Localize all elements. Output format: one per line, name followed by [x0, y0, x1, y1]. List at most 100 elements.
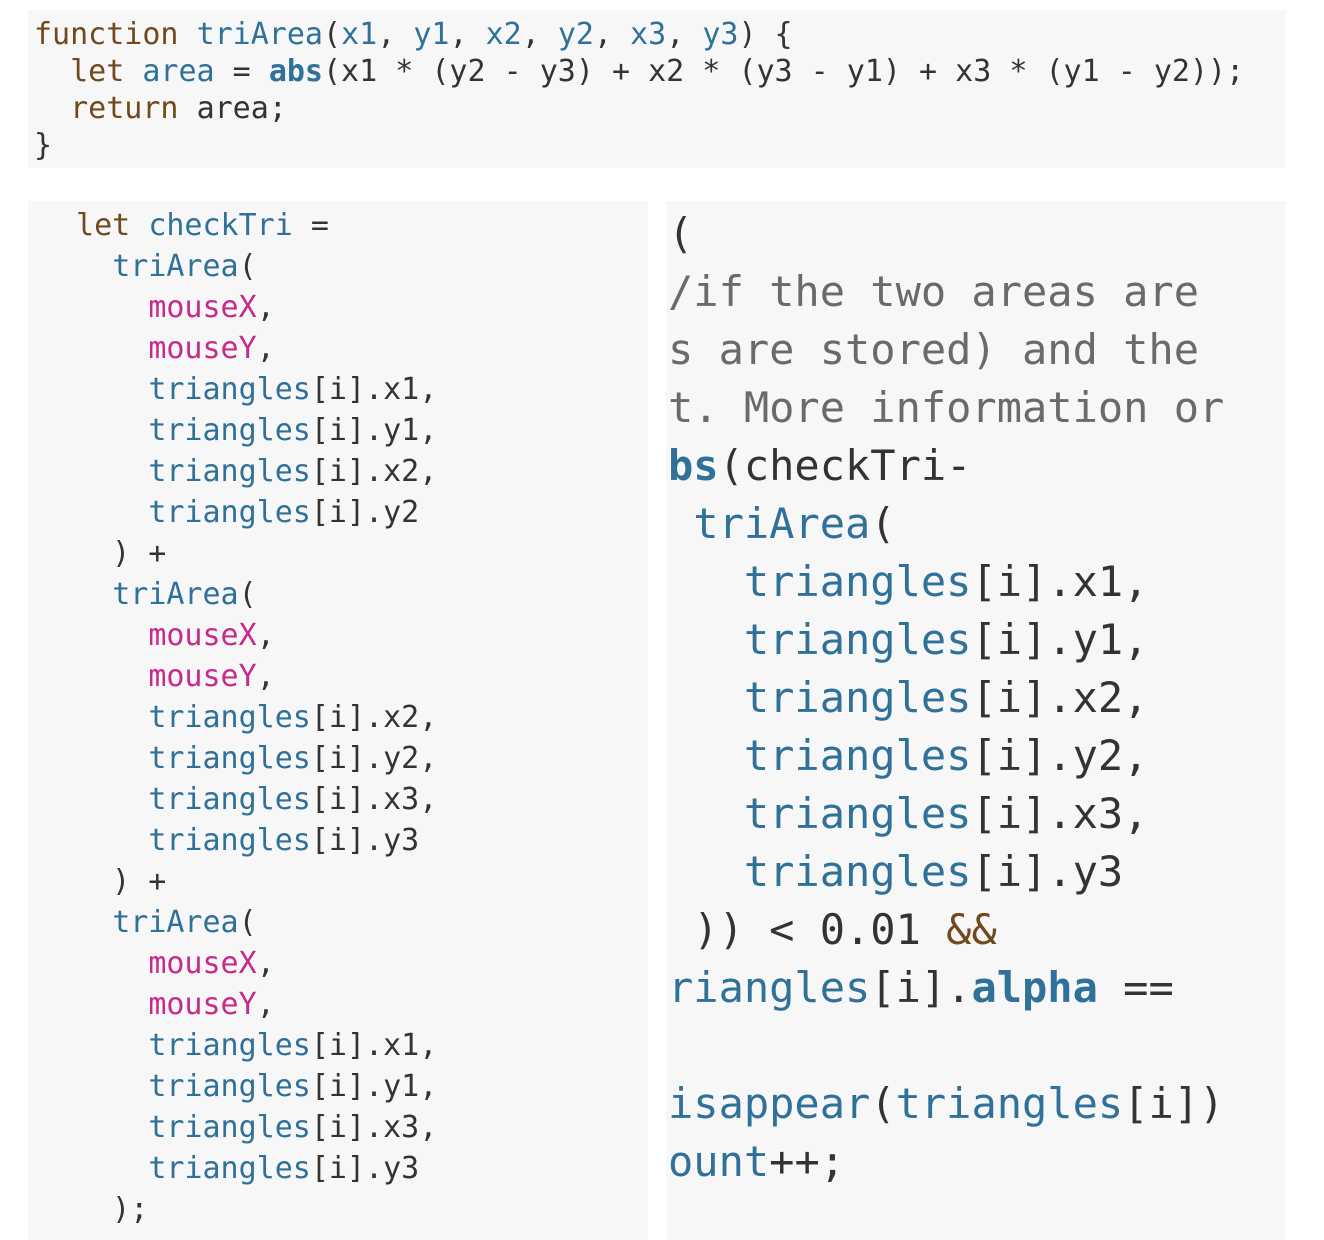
- code-token: (: [870, 499, 896, 548]
- code-token: triangles: [743, 673, 972, 722]
- code-line: triArea(: [58, 902, 257, 943]
- code-token: checkTri: [148, 208, 293, 243]
- code-token: x3: [630, 17, 667, 52]
- code-line: function triArea(x1, y1, x2, y2, x3, y3)…: [34, 16, 793, 53]
- code-token: t. More information or: [668, 383, 1225, 432]
- code-token: [i].y3: [971, 847, 1124, 896]
- code-token: [i].y2: [310, 495, 420, 530]
- code-line: triangles[i].y2,: [668, 727, 1149, 785]
- code-token: (: [238, 905, 257, 940]
- code-token: y3: [702, 17, 739, 52]
- code-token: triangles: [743, 847, 972, 896]
- code-token: ,: [256, 618, 275, 653]
- code-token: [i].: [870, 963, 972, 1012]
- code-token: [i]): [1123, 1079, 1225, 1128]
- code-token: [i].y1,: [310, 413, 438, 448]
- code-token: (: [238, 249, 257, 284]
- code-line: triangles[i].y1,: [58, 410, 437, 451]
- code-token: )) < 0.01: [668, 905, 947, 954]
- code-token: area;: [196, 91, 287, 126]
- code-token: alpha: [971, 963, 1098, 1012]
- code-line: (: [668, 205, 693, 263]
- code-token: (: [870, 1079, 896, 1128]
- code-token: y1: [413, 17, 450, 52]
- code-panel-top: function triArea(x1, y1, x2, y2, x3, y3)…: [28, 10, 1286, 168]
- code-token: ,: [449, 17, 486, 52]
- code-token: /if the two areas are: [668, 267, 1200, 316]
- code-line: triangles[i].y1,: [668, 611, 1149, 669]
- code-token: return: [70, 91, 197, 126]
- code-token: triArea: [112, 905, 239, 940]
- code-panel-left: let checkTri = triArea( mouseX, mouseY, …: [28, 201, 648, 1240]
- code-line: triangles[i].y2,: [58, 738, 437, 779]
- code-token: triangles: [148, 823, 311, 858]
- code-token: triangles: [148, 454, 311, 489]
- code-token: triArea: [112, 249, 239, 284]
- code-line: ) +: [58, 861, 166, 902]
- code-token: triArea: [196, 17, 323, 52]
- code-token: triangles: [148, 700, 311, 735]
- code-token: ++;: [769, 1137, 846, 1186]
- code-token: [i].x2,: [310, 454, 438, 489]
- code-token: mouseY: [148, 659, 257, 694]
- code-token: [i].x1,: [310, 372, 438, 407]
- code-line: let checkTri =: [58, 205, 329, 246]
- code-line: isappear(triangles[i]): [668, 1075, 1224, 1133]
- code-token: isappear: [668, 1079, 871, 1128]
- code-token: triangles: [148, 495, 311, 530]
- code-panel-right: ( /if the two areas are s are stored) and …: [666, 201, 1286, 1240]
- code-token: (x1 * (y2 - y3) + x2 * (y3 - y1) + x3 * …: [323, 54, 1245, 89]
- code-line: /if the two areas are: [668, 263, 1199, 321]
- code-line: bs(checkTri-: [668, 437, 971, 495]
- code-token: [i].x3,: [310, 782, 438, 817]
- code-line: triangles[i].x2,: [58, 697, 437, 738]
- code-token: ,: [256, 331, 275, 366]
- code-token: triangles: [148, 1110, 311, 1145]
- code-line: mouseY,: [58, 984, 275, 1025]
- code-line: mouseX,: [58, 287, 274, 328]
- code-line: riangles[i].alpha ==: [668, 959, 1174, 1017]
- code-token: [i].x2,: [971, 673, 1149, 722]
- code-line: triangles[i].y2: [58, 492, 419, 533]
- code-token: mouseX: [148, 946, 257, 981]
- code-line: triangles[i].y3: [668, 843, 1123, 901]
- code-line: triangles[i].x3,: [668, 785, 1149, 843]
- code-token: s are stored) and the: [668, 325, 1200, 374]
- code-line: }: [34, 127, 52, 164]
- code-token: [i].x1,: [971, 557, 1149, 606]
- code-line: triArea(: [58, 246, 257, 287]
- code-token: ,: [256, 987, 275, 1022]
- code-token: (: [238, 577, 257, 612]
- code-token: triangles: [148, 1069, 311, 1104]
- code-line: triArea(: [668, 495, 896, 553]
- code-token: [i].y3: [310, 823, 420, 858]
- code-token: ) {: [738, 17, 793, 52]
- code-line: triangles[i].x2,: [58, 451, 437, 492]
- code-token: triangles: [148, 1028, 311, 1063]
- code-token: triangles: [743, 557, 972, 606]
- code-token: [i].x3,: [310, 1110, 438, 1145]
- code-token: (: [323, 17, 342, 52]
- code-token: bs: [668, 441, 719, 490]
- code-token: (: [668, 209, 694, 258]
- code-token: let: [70, 54, 143, 89]
- code-token: mouseY: [148, 987, 257, 1022]
- code-token: triArea: [693, 499, 871, 548]
- code-token: area: [142, 54, 215, 89]
